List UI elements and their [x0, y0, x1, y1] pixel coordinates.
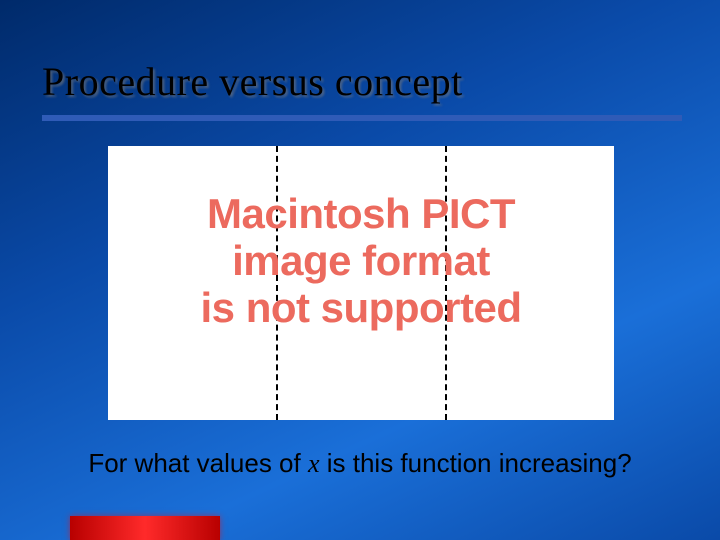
pict-line: Macintosh PICT	[108, 190, 614, 237]
pict-line: image format	[108, 237, 614, 284]
bottom-accent-bar	[70, 516, 220, 540]
slide-title: Procedure versus concept	[42, 58, 680, 105]
title-underline	[42, 115, 682, 121]
question-text: For what values of x is this function in…	[0, 448, 720, 479]
image-placeholder: Macintosh PICT image format is not suppo…	[108, 146, 614, 420]
question-prefix: For what values of	[88, 448, 308, 478]
pict-error-text: Macintosh PICT image format is not suppo…	[108, 190, 614, 331]
question-variable: x	[308, 449, 320, 478]
title-area: Procedure versus concept	[42, 58, 680, 121]
pict-line: is not supported	[108, 284, 614, 331]
question-suffix: is this function increasing?	[320, 448, 632, 478]
